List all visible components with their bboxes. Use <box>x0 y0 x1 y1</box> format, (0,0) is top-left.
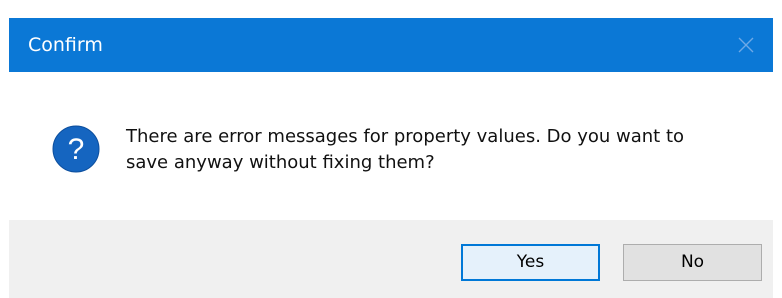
question-icon: ? <box>52 125 100 173</box>
close-button[interactable] <box>727 18 773 72</box>
message-line-1: There are error messages for property va… <box>126 126 685 147</box>
message-line-2: save anyway without fixing them? <box>126 152 435 173</box>
dialog-body: ? There are error messages for property … <box>9 72 773 220</box>
dialog-title: Confirm <box>28 34 103 56</box>
message-text: There are error messages for property va… <box>126 124 756 176</box>
title-bar[interactable]: Confirm <box>9 18 773 72</box>
confirm-dialog: Confirm ? There are error messages for p… <box>0 0 782 298</box>
button-bar: Yes No <box>9 220 773 298</box>
yes-button[interactable]: Yes <box>461 244 600 281</box>
no-button[interactable]: No <box>623 244 762 281</box>
svg-text:?: ? <box>68 133 85 166</box>
close-icon <box>738 37 754 53</box>
